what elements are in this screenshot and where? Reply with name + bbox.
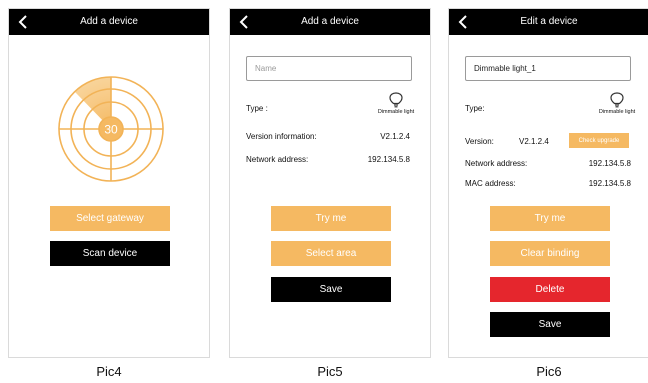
caption-pic5: Pic5 — [317, 364, 343, 379]
page-title: Add a device — [301, 16, 359, 27]
page-title: Edit a device — [520, 16, 578, 27]
network-address-label: Network address: — [465, 159, 528, 168]
radar-value: 30 — [104, 123, 118, 137]
version-label: Version: — [465, 137, 494, 146]
clear-binding-button[interactable]: Clear binding — [490, 241, 610, 266]
scan-device-button[interactable]: Scan device — [50, 241, 170, 266]
mac-address-label: MAC address: — [465, 179, 516, 188]
name-placeholder: Name — [255, 64, 277, 73]
network-address-value: 192.134.5.8 — [588, 159, 631, 168]
device-name-input[interactable]: Name — [246, 56, 412, 81]
top-bar: Add a device — [230, 9, 430, 35]
edit-device-screen: Edit a device Dimmable light_1 Type: Dim… — [448, 8, 648, 358]
try-me-button[interactable]: Try me — [271, 206, 391, 231]
top-bar: Add a device — [9, 9, 209, 35]
check-upgrade-button[interactable]: Check upgrade — [569, 133, 629, 148]
device-type: Dimmable light — [376, 92, 416, 116]
version-value: V2.1.2.4 — [380, 132, 410, 141]
network-address-value: 192.134.5.8 — [367, 155, 410, 164]
type-label: Type : — [246, 104, 268, 113]
mac-address-value: 192.134.5.8 — [588, 179, 631, 188]
network-address-label: Network address: — [246, 155, 309, 164]
delete-button[interactable]: Delete — [490, 277, 610, 302]
select-gateway-button[interactable]: Select gateway — [50, 206, 170, 231]
version-value: V2.1.2.4 — [519, 137, 549, 146]
device-type: Dimmable light — [597, 92, 637, 116]
device-type-value: Dimmable light — [598, 109, 636, 115]
light-bulb-icon — [389, 92, 403, 108]
device-name-input[interactable]: Dimmable light_1 — [465, 56, 631, 81]
caption-pic4: Pic4 — [96, 364, 122, 379]
device-type-value: Dimmable light — [377, 109, 415, 115]
version-label: Version information: — [246, 132, 317, 141]
select-area-button[interactable]: Select area — [271, 241, 391, 266]
device-name-value: Dimmable light_1 — [474, 64, 536, 73]
type-label: Type: — [465, 104, 485, 113]
save-button[interactable]: Save — [490, 312, 610, 337]
radar-scanner: 30 — [58, 76, 164, 182]
page-title: Add a device — [80, 16, 138, 27]
add-device-form-screen: Add a device Name Type : Dimmable light … — [229, 8, 431, 358]
caption-pic6: Pic6 — [536, 364, 562, 379]
light-bulb-icon — [610, 92, 624, 108]
top-bar: Edit a device — [449, 9, 648, 35]
try-me-button[interactable]: Try me — [490, 206, 610, 231]
save-button[interactable]: Save — [271, 277, 391, 302]
add-device-scan-screen: Add a device 30 Select gateway Scan devi… — [8, 8, 210, 358]
